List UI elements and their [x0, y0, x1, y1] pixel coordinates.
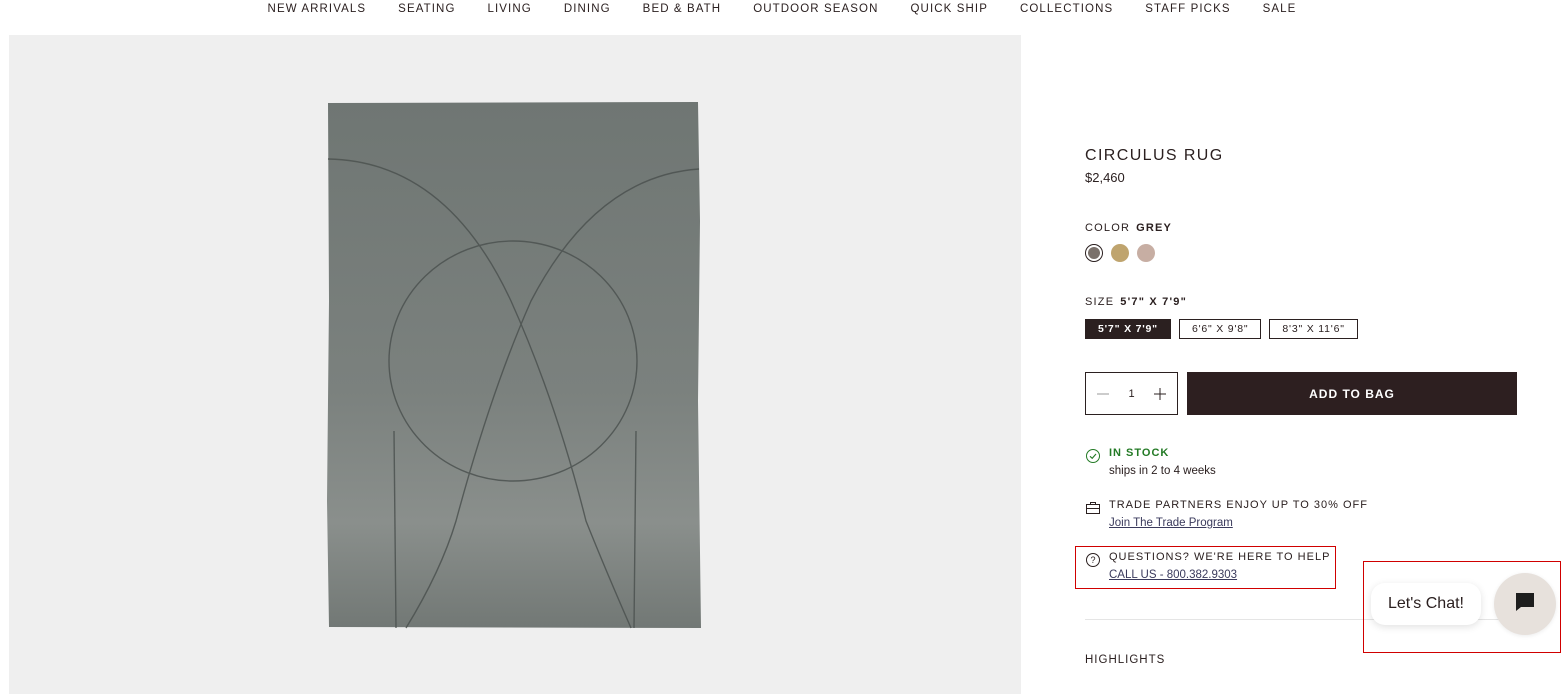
lets-chat-bubble[interactable]: Let's Chat!: [1371, 583, 1481, 625]
add-to-bag-button[interactable]: ADD TO BAG: [1187, 372, 1517, 415]
color-swatch-grey[interactable]: [1085, 244, 1103, 262]
quantity-stepper: 1: [1085, 372, 1178, 415]
briefcase-icon: [1085, 500, 1101, 516]
minus-icon[interactable]: [1094, 385, 1112, 403]
product-image-rug: [327, 102, 701, 629]
nav-bed-bath[interactable]: BED & BATH: [627, 0, 738, 20]
product-image-panel[interactable]: [9, 35, 1021, 694]
color-swatch-blush[interactable]: [1137, 244, 1155, 262]
quantity-value[interactable]: 1: [1128, 388, 1134, 400]
nav-quick-ship[interactable]: QUICK SHIP: [895, 0, 1004, 20]
size-label: SIZE: [1085, 296, 1115, 308]
size-option-5x7[interactable]: 5'7" X 7'9": [1085, 319, 1171, 339]
product-title: CIRCULUS RUG: [1085, 147, 1224, 164]
nav-new-arrivals[interactable]: NEW ARRIVALS: [252, 0, 383, 20]
size-option-6x9[interactable]: 6'6" X 9'8": [1178, 319, 1262, 339]
product-price: $2,460: [1085, 170, 1125, 185]
size-option-8x11[interactable]: 8'3" X 11'6": [1269, 319, 1358, 339]
highlight-box-help: [1075, 546, 1336, 589]
shipping-time-text: ships in 2 to 4 weeks: [1109, 465, 1216, 477]
size-options: 5'7" X 7'9" 6'6" X 9'8" 8'3" X 11'6": [1085, 319, 1358, 339]
trade-partners-text: TRADE PARTNERS ENJOY UP TO 30% OFF: [1109, 499, 1368, 511]
color-option-label: COLOR GREY: [1085, 222, 1172, 234]
nav-dining[interactable]: DINING: [548, 0, 627, 20]
color-selected-value: GREY: [1136, 222, 1173, 234]
color-swatches: [1085, 244, 1155, 262]
nav-seating[interactable]: SEATING: [382, 0, 471, 20]
nav-living[interactable]: LIVING: [472, 0, 548, 20]
color-label: COLOR: [1085, 222, 1131, 234]
stock-status-text: IN STOCK: [1109, 447, 1170, 459]
join-trade-program-link[interactable]: Join The Trade Program: [1109, 517, 1233, 529]
color-swatch-gold[interactable]: [1111, 244, 1129, 262]
size-option-label: SIZE 5'7" X 7'9": [1085, 296, 1187, 308]
check-circle-icon: [1085, 448, 1101, 464]
chat-button[interactable]: [1494, 573, 1556, 635]
size-selected-value: 5'7" X 7'9": [1120, 296, 1188, 308]
nav-outdoor-season[interactable]: OUTDOOR SEASON: [737, 0, 894, 20]
plus-icon[interactable]: [1151, 385, 1169, 403]
highlights-accordion[interactable]: HIGHLIGHTS: [1085, 654, 1165, 666]
chat-icon: [1514, 591, 1536, 618]
